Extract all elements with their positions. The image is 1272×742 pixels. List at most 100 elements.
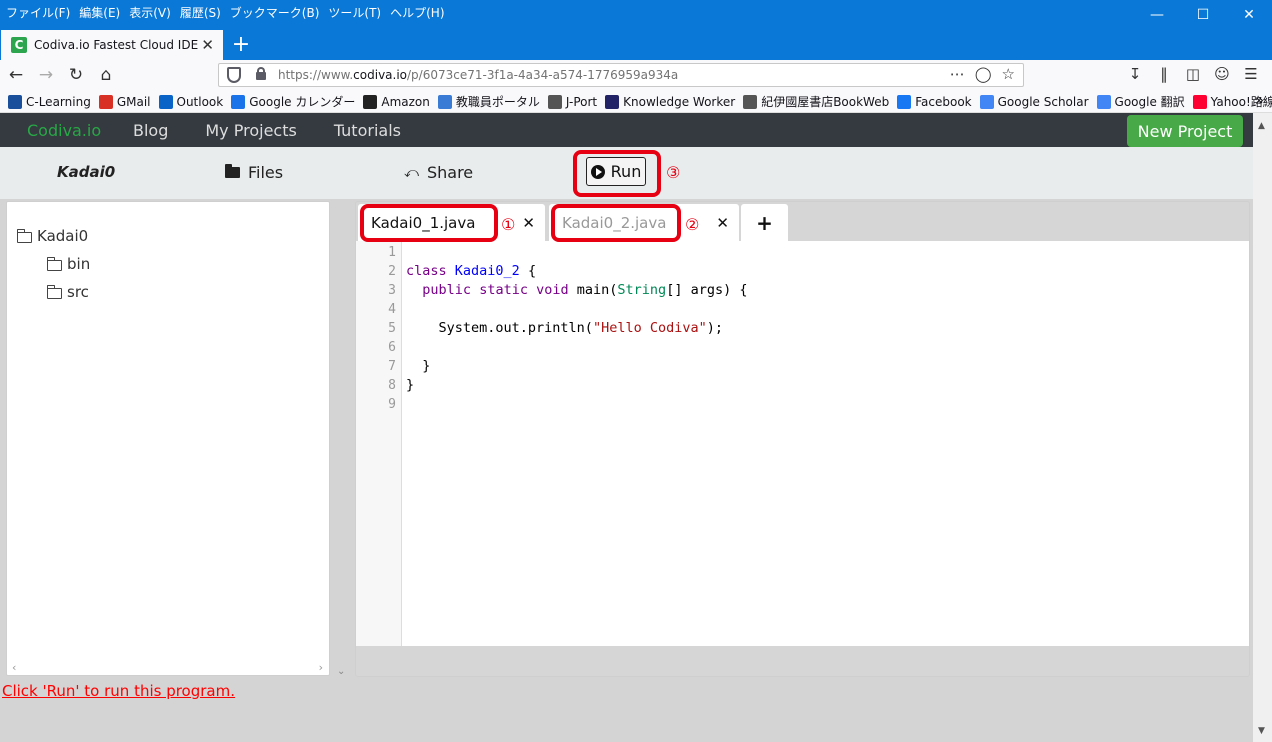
annotation-marker-3: ③	[666, 163, 681, 182]
bookmark-item[interactable]: Amazon	[363, 93, 430, 110]
page-scrollbar[interactable]: ▲ ▼	[1253, 113, 1272, 742]
new-project-button[interactable]: New Project	[1127, 115, 1243, 147]
close-tab-icon[interactable]: ✕	[522, 214, 535, 232]
bookmark-label: Google カレンダー	[249, 95, 356, 109]
menu-view[interactable]: 表示(V)	[129, 4, 171, 21]
tree-folder-bin[interactable]: bin	[17, 250, 90, 278]
account-icon[interactable]: ☺	[1211, 63, 1233, 85]
bookmark-item[interactable]: Facebook	[897, 93, 972, 110]
hamburger-menu-icon[interactable]: ☰	[1240, 63, 1262, 85]
scroll-left-icon[interactable]: ‹	[12, 661, 16, 674]
bookmark-label: Amazon	[381, 94, 430, 109]
status-message: Click 'Run' to run this program.	[2, 682, 235, 700]
back-icon[interactable]: ←	[5, 64, 27, 86]
code-editor[interactable]: 1 2 3 4 5 6 7 8 9 class Kadai0_2 { publi…	[356, 241, 1249, 646]
portal-icon	[437, 94, 452, 109]
brand-link[interactable]: Codiva.io	[27, 121, 101, 140]
bookmark-label: 教職員ポータル	[455, 95, 540, 109]
folder-icon	[225, 164, 240, 178]
share-button[interactable]: ⤺ Share	[404, 163, 473, 182]
bookmark-item[interactable]: Google 翻訳	[1096, 93, 1185, 110]
shield-icon[interactable]	[227, 67, 241, 83]
bookmark-item[interactable]: Knowledge Worker	[605, 93, 735, 110]
tree-folder-label: bin	[67, 255, 91, 273]
home-icon[interactable]: ⌂	[95, 64, 117, 86]
files-button[interactable]: Files	[225, 163, 283, 182]
tab-close-icon[interactable]: ✕	[201, 36, 214, 54]
bookmark-item[interactable]: 紀伊國屋書店BookWeb	[743, 93, 889, 110]
splitter-chevron-icon[interactable]: ⌄	[337, 666, 345, 677]
menu-bookmarks[interactable]: ブックマーク(B)	[230, 4, 320, 21]
menu-edit[interactable]: 編集(E)	[79, 4, 120, 21]
bookmark-item[interactable]: GMail	[98, 93, 151, 110]
minimize-icon[interactable]: —	[1134, 0, 1180, 30]
tree-root-label: Kadai0	[37, 227, 89, 245]
code-line: }	[406, 358, 431, 374]
file-tree-hscroll[interactable]: ‹ ›	[7, 661, 329, 675]
browser-tab[interactable]: C Codiva.io Fastest Cloud IDE ✕	[1, 30, 223, 60]
close-window-icon[interactable]: ✕	[1226, 0, 1272, 30]
more-bookmarks-icon[interactable]: »	[1255, 91, 1264, 109]
bookmark-item[interactable]: Outlook	[158, 93, 224, 110]
kw-icon	[605, 94, 620, 109]
address-bar[interactable]: https://www.codiva.io/p/6073ce71-3f1a-4a…	[218, 63, 1024, 87]
line-gutter: 1 2 3 4 5 6 7 8 9	[356, 241, 402, 646]
more-actions-icon[interactable]: ⋯	[950, 65, 965, 83]
menu-file[interactable]: ファイル(F)	[6, 4, 70, 21]
bookmark-label: J-Port	[565, 94, 598, 109]
bookmark-label: Google 翻訳	[1114, 95, 1185, 109]
new-tab-icon[interactable]: +	[229, 32, 253, 57]
codiva-favicon-icon: C	[11, 37, 27, 53]
bookmark-item[interactable]: Google カレンダー	[231, 93, 355, 110]
maximize-icon[interactable]: ☐	[1180, 0, 1226, 30]
reload-icon[interactable]: ↻	[65, 64, 87, 86]
forward-icon[interactable]: →	[35, 64, 57, 86]
browser-tab-title: Codiva.io Fastest Cloud IDE	[34, 38, 199, 52]
nav-tutorials[interactable]: Tutorials	[334, 121, 401, 140]
add-file-button[interactable]: +	[741, 204, 788, 241]
file-tree-panel: Kadai0 bin src ‹ ›	[6, 201, 330, 676]
folder-icon	[46, 256, 62, 271]
menu-history[interactable]: 履歴(S)	[180, 4, 221, 21]
nav-my-projects[interactable]: My Projects	[205, 121, 296, 140]
bookmark-item[interactable]: C-Learning	[8, 93, 91, 110]
bookmark-label: 紀伊國屋書店BookWeb	[761, 95, 890, 109]
scroll-up-icon[interactable]: ▲	[1258, 121, 1265, 131]
menu-help[interactable]: ヘルプ(H)	[390, 4, 444, 21]
scroll-right-icon[interactable]: ›	[319, 661, 323, 674]
url-actions: ⋯ ◯ ☆	[950, 65, 1015, 83]
bookmark-star-icon[interactable]: ☆	[1002, 65, 1015, 83]
pocket-icon[interactable]: ◯	[975, 65, 992, 83]
c-learning-icon	[8, 94, 22, 109]
bookmark-label: Outlook	[176, 94, 224, 109]
globe-icon	[743, 94, 758, 109]
nav-blog[interactable]: Blog	[133, 121, 168, 140]
bookmark-item[interactable]: J-Port	[547, 93, 598, 110]
app-nav-links: Blog My Projects Tutorials	[133, 121, 401, 140]
library-icon[interactable]: ‖	[1153, 63, 1175, 85]
window-controls: — ☐ ✕	[1134, 0, 1272, 30]
menu-tools[interactable]: ツール(T)	[328, 4, 381, 21]
bookmark-item[interactable]: 教職員ポータル	[437, 93, 540, 110]
outlook-icon	[158, 94, 173, 109]
menu-bar: ファイル(F) 編集(E) 表示(V) 履歴(S) ブックマーク(B) ツール(…	[0, 0, 1272, 30]
line-number: 3	[388, 283, 396, 298]
sidebar-icon[interactable]: ◫	[1182, 63, 1204, 85]
toolbar-icons: ↧ ‖ ◫ ☺ ☰	[1124, 63, 1262, 85]
line-number: 8	[388, 378, 396, 393]
code-line: }	[406, 377, 415, 393]
yahoo-icon	[1192, 94, 1207, 109]
gmail-icon	[98, 94, 113, 109]
line-number: 9	[388, 397, 396, 412]
bookmarks-bar: C-Learning GMail Outlook Google カレンダー Amazon…	[0, 90, 1272, 113]
project-name: Kadai0	[57, 163, 116, 181]
close-tab-icon[interactable]: ✕	[716, 214, 729, 232]
download-icon[interactable]: ↧	[1124, 63, 1146, 85]
bookmark-item[interactable]: Google Scholar	[979, 93, 1089, 110]
tree-root-folder[interactable]: Kadai0	[16, 222, 90, 250]
tree-folder-src[interactable]: src	[17, 278, 90, 306]
code-line: class Kadai0_2 {	[406, 263, 537, 279]
lock-icon[interactable]	[256, 67, 266, 80]
line-number: 6	[388, 340, 396, 355]
scroll-down-icon[interactable]: ▼	[1258, 726, 1265, 736]
